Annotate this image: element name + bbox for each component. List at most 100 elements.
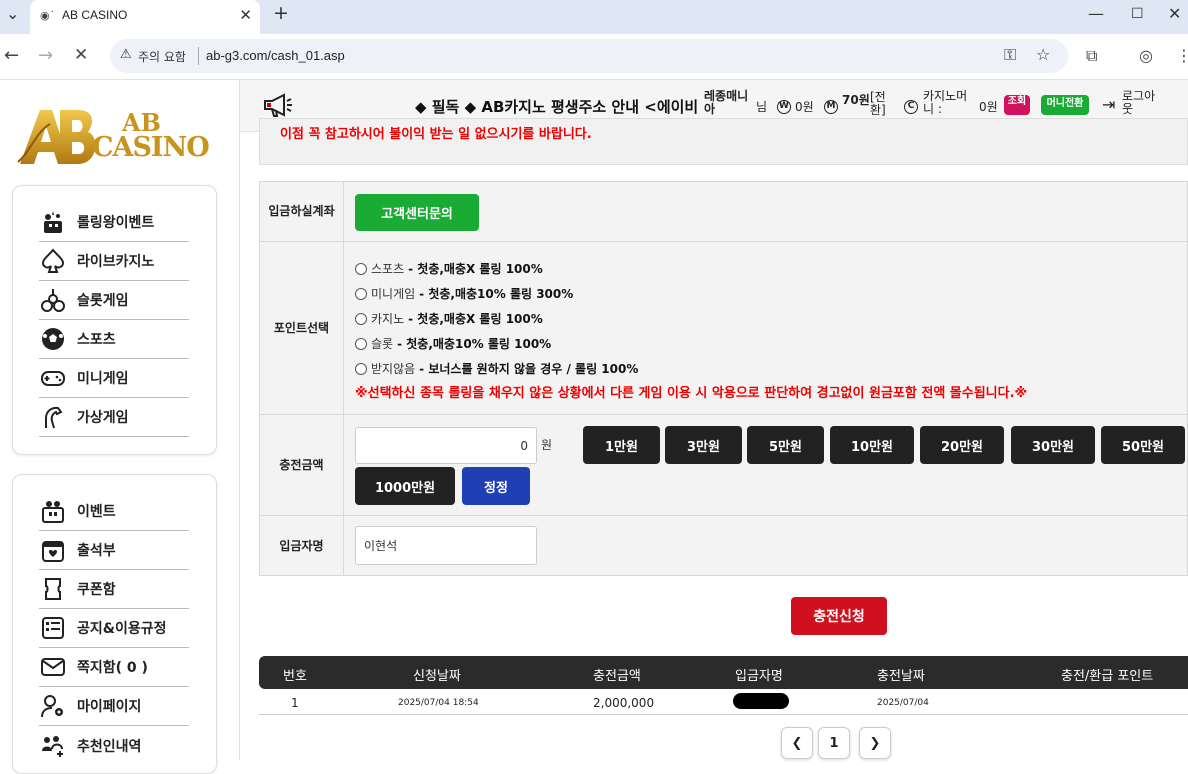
username: 레종매니아	[704, 89, 749, 116]
amount-100k-button[interactable]: 10만원	[830, 426, 914, 464]
page-number-button[interactable]: 1	[818, 727, 850, 759]
sidebar-item-sports[interactable]: 스포츠	[39, 320, 189, 359]
warning-triangle-icon[interactable]: ⚠	[120, 47, 132, 62]
option-name: 미니게임	[371, 287, 416, 301]
radio-button[interactable]	[355, 312, 367, 325]
sidebar-item-mailbox[interactable]: 쪽지함( 0 )	[39, 648, 189, 687]
new-tab-icon[interactable]: +	[273, 2, 289, 24]
amount-30k-button[interactable]: 3만원	[665, 426, 742, 464]
minimize-icon[interactable]: —	[1088, 4, 1104, 23]
sidebar-item-label: 슬롯게임	[77, 293, 129, 309]
sidebar-item-coupon[interactable]: 쿠폰함	[39, 570, 189, 609]
inquiry-button[interactable]: 조회	[1004, 95, 1030, 115]
sidebar-item-label: 공지&이용규정	[77, 621, 167, 637]
horse-icon	[39, 403, 67, 431]
honorific: 님	[756, 100, 768, 114]
amount-10k-button[interactable]: 1만원	[583, 426, 660, 464]
casino-money-icon: C	[904, 97, 918, 114]
address-bar[interactable]: ⚠ 주의 요함 ab-g3.com/cash_01.asp ⚿ ☆	[110, 39, 1068, 73]
charge-request-button[interactable]: 충전신청	[791, 597, 887, 635]
bookmark-star-icon[interactable]: ☆	[1036, 45, 1050, 64]
sidebar-item-virtual-game[interactable]: 가상게임	[39, 398, 189, 437]
point-option-casino[interactable]: 카지노 - 첫충,매충X 롤링 100%	[355, 310, 543, 327]
amount-50k-button[interactable]: 5만원	[747, 426, 824, 464]
row-charge-date: 2025/07/04	[877, 698, 929, 708]
trophy-icon	[39, 208, 67, 236]
forward-icon[interactable]: →	[38, 45, 53, 66]
point-option-slot[interactable]: 슬롯 - 첫충,매충10% 롤링 100%	[355, 335, 551, 352]
logout-link[interactable]: 로그아웃	[1122, 90, 1162, 116]
amount-10m-button[interactable]: 1000만원	[355, 467, 455, 505]
reset-amount-button[interactable]: 정정	[462, 467, 530, 505]
radio-button[interactable]	[355, 287, 367, 300]
spade-icon	[39, 247, 67, 275]
omnibox-divider	[198, 47, 199, 65]
stop-loading-icon[interactable]: ✕	[74, 45, 88, 65]
sidebar-item-minigame[interactable]: 미니게임	[39, 359, 189, 398]
sidebar-item-label: 쪽지함( 0 )	[77, 660, 148, 676]
amount-300k-button[interactable]: 30만원	[1011, 426, 1095, 464]
radio-button[interactable]	[355, 362, 367, 375]
user-settings-icon	[39, 692, 67, 720]
sidebar-item-referral[interactable]: 추천인내역	[39, 726, 189, 765]
point-label: 포인트선택	[260, 242, 344, 414]
password-key-icon[interactable]: ⚿	[1004, 45, 1016, 65]
sidebar-item-rolling-event[interactable]: 롤링왕이벤트	[39, 203, 189, 242]
sidebar-item-slot[interactable]: 슬롯게임	[39, 281, 189, 320]
point-option-minigame[interactable]: 미니게임 - 첫충,매충10% 롤링 300%	[355, 285, 573, 302]
sidebar-item-label: 추천인내역	[77, 738, 142, 755]
notice-icon	[39, 614, 67, 642]
point-option-none[interactable]: 받지않음 - 보너스를 원하지 않을 경우 / 롤링 100%	[355, 360, 638, 377]
ab-casino-logo[interactable]: AB CASINO	[16, 102, 216, 172]
tab-title: AB CASINO	[62, 8, 128, 22]
sidebar-item-label: 가상게임	[77, 410, 129, 426]
url-text[interactable]: ab-g3.com/cash_01.asp	[206, 48, 345, 63]
m-points-value: 70원	[842, 93, 870, 107]
notice-marquee[interactable]: ◆ 필독 ◆ AB카지노 평생주소 안내 <에이비	[415, 96, 705, 117]
security-label[interactable]: 주의 요함	[138, 48, 186, 65]
casino-money-label: 카지노머니 :	[923, 89, 968, 116]
maximize-icon[interactable]: ☐	[1131, 6, 1144, 22]
profile-icon[interactable]: ◎	[1139, 46, 1153, 65]
amount-500k-button[interactable]: 50만원	[1101, 426, 1185, 464]
w-money-value: 0원	[795, 100, 814, 114]
sidebar-item-label: 스포츠	[77, 332, 116, 348]
browser-tab-bar: ⌄ ◉˙ AB CASINO ✕ + — ☐ ✕	[0, 0, 1188, 34]
gamepad-icon	[39, 364, 67, 392]
sidebar-item-notice[interactable]: 공지&이용규정	[39, 609, 189, 648]
back-icon[interactable]: ←	[4, 45, 19, 66]
browser-menu-icon[interactable]: ⋮	[1176, 46, 1188, 65]
sidebar-item-event[interactable]: 이벤트	[39, 492, 189, 531]
radio-button[interactable]	[355, 262, 367, 275]
gift-icon	[39, 497, 67, 525]
prev-page-icon[interactable]: ❮	[781, 727, 813, 759]
browser-tab[interactable]: ◉˙ AB CASINO ✕	[30, 0, 260, 34]
option-desc: - 첫충,매충X 롤링 100%	[408, 312, 543, 326]
m-points-icon: M	[824, 97, 838, 114]
depositor-input[interactable]	[355, 526, 537, 565]
sidebar-item-live-casino[interactable]: 라이브카지노	[39, 242, 189, 281]
logout-icon[interactable]: ⇥	[1102, 95, 1115, 114]
tab-list-chevron-icon[interactable]: ⌄	[6, 4, 19, 23]
row-amount: 2,000,000	[593, 696, 655, 710]
amount-input[interactable]	[355, 427, 537, 464]
extensions-icon[interactable]: ⧉	[1086, 46, 1097, 66]
radio-button[interactable]	[355, 337, 367, 350]
tab-close-icon[interactable]: ✕	[239, 6, 252, 24]
window-close-icon[interactable]: ✕	[1168, 4, 1181, 23]
sidebar: AB CASINO 롤링왕이벤트 라이브카지노 슬롯게임 스포츠 미니게임 가상…	[0, 80, 240, 774]
sidebar-item-mypage[interactable]: 마이페이지	[39, 687, 189, 726]
next-page-icon[interactable]: ❯	[859, 727, 891, 759]
point-option-sports[interactable]: 스포츠 - 첫충,매충X 롤링 100%	[355, 260, 543, 277]
amount-200k-button[interactable]: 20만원	[920, 426, 1004, 464]
sidebar-item-label: 마이페이지	[77, 699, 142, 715]
sidebar-item-label: 미니게임	[77, 371, 129, 387]
option-desc: - 첫충,매충X 롤링 100%	[408, 262, 543, 276]
row-no: 1	[291, 696, 299, 710]
sidebar-item-label: 출석부	[77, 543, 116, 559]
customer-support-button[interactable]: 고객센터문의	[355, 194, 479, 231]
convert-link[interactable]: [전환]	[870, 91, 892, 117]
calendar-icon	[39, 536, 67, 564]
money-transfer-button[interactable]: 머니전환	[1041, 95, 1089, 115]
sidebar-item-attendance[interactable]: 출석부	[39, 531, 189, 570]
